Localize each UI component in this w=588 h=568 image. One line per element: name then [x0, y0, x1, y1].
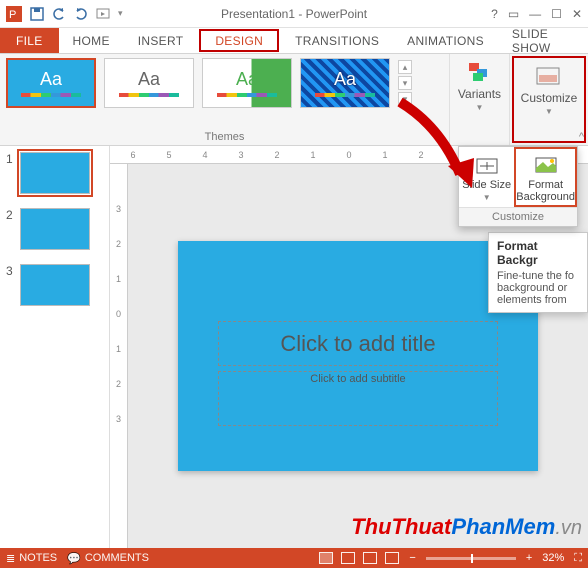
theme-thumb-4[interactable]: Aa	[300, 58, 390, 108]
maximize-icon[interactable]: ☐	[551, 7, 562, 21]
start-from-beginning-icon[interactable]	[96, 7, 110, 21]
customize-dropdown: Slide Size ▼ Format Background Customize	[458, 146, 578, 227]
normal-view-icon[interactable]	[319, 552, 333, 564]
undo-icon[interactable]	[52, 7, 66, 21]
zoom-slider[interactable]	[426, 557, 516, 560]
slide-number: 2	[6, 208, 16, 222]
variants-label: Variants	[458, 88, 501, 101]
ribbon-tabs: FILE HOME INSERT DESIGN TRANSITIONS ANIM…	[0, 28, 588, 54]
tab-design[interactable]: DESIGN	[199, 29, 279, 52]
close-icon[interactable]: ✕	[572, 7, 582, 21]
chevron-down-icon: ▼	[476, 103, 484, 112]
chevron-down-icon: ▼	[545, 107, 553, 116]
notes-icon: ≣	[6, 552, 15, 565]
format-background-button[interactable]: Format Background	[514, 147, 577, 207]
tab-animations[interactable]: ANIMATIONS	[393, 28, 498, 53]
tab-home[interactable]: HOME	[59, 28, 124, 53]
notes-label: NOTES	[19, 552, 57, 564]
comments-label: COMMENTS	[85, 552, 149, 564]
format-background-icon	[533, 153, 559, 179]
title-bar: P ▾ Presentation1 - PowerPoint ? ▭ — ☐ ✕	[0, 0, 588, 28]
customize-label: Customize	[521, 92, 578, 105]
zoom-in-icon[interactable]: +	[526, 552, 532, 564]
customize-icon	[535, 64, 563, 88]
help-icon[interactable]: ?	[491, 7, 498, 21]
sorter-view-icon[interactable]	[341, 552, 355, 564]
powerpoint-icon: P	[6, 6, 22, 22]
comments-icon: 💬	[67, 552, 81, 565]
minimize-icon[interactable]: —	[529, 7, 541, 21]
themes-group: Aa Aa Aa Aa ▴▾▾ Themes	[0, 54, 450, 145]
tab-file[interactable]: FILE	[0, 28, 59, 53]
slide-size-button[interactable]: Slide Size ▼	[459, 147, 514, 207]
slide-thumbnail-2[interactable]	[20, 208, 90, 250]
save-icon[interactable]	[30, 7, 44, 21]
tooltip-body: Fine-tune the fo background or elements …	[497, 270, 579, 306]
format-background-tooltip: Format Backgr Fine-tune the fo backgroun…	[488, 232, 588, 313]
svg-text:P: P	[9, 9, 16, 21]
variants-icon	[466, 60, 494, 84]
slide-number: 1	[6, 152, 16, 166]
variants-group[interactable]: Variants ▼	[450, 54, 510, 145]
slide-thumb-row[interactable]: 1	[6, 152, 103, 194]
subtitle-placeholder[interactable]: Click to add subtitle	[218, 371, 498, 426]
comments-button[interactable]: 💬 COMMENTS	[67, 552, 149, 565]
reading-view-icon[interactable]	[363, 552, 377, 564]
tab-transitions[interactable]: TRANSITIONS	[281, 28, 393, 53]
theme-thumb-2[interactable]: Aa	[104, 58, 194, 108]
tab-insert[interactable]: INSERT	[124, 28, 198, 53]
slideshow-view-icon[interactable]	[385, 552, 399, 564]
slide-thumbnail-3[interactable]	[20, 264, 90, 306]
status-bar: ≣ NOTES 💬 COMMENTS − + 32% ⛶	[0, 548, 588, 568]
zoom-out-icon[interactable]: −	[409, 552, 415, 564]
themes-scroll[interactable]: ▴▾▾	[398, 60, 412, 106]
notes-button[interactable]: ≣ NOTES	[6, 552, 57, 565]
qat-more-icon[interactable]: ▾	[118, 8, 123, 19]
customize-button[interactable]: Customize ▼	[512, 56, 586, 143]
tab-slideshow[interactable]: SLIDE SHOW	[498, 28, 588, 53]
slide-size-icon	[474, 153, 500, 179]
slide-thumb-row[interactable]: 3	[6, 264, 103, 306]
view-buttons	[319, 552, 399, 564]
tooltip-title: Format Backgr	[497, 239, 579, 267]
slide-number: 3	[6, 264, 16, 278]
ruler-vertical: 3210123	[110, 164, 128, 548]
fit-to-window-icon[interactable]: ⛶	[574, 552, 582, 565]
slide-size-label: Slide Size	[462, 179, 511, 191]
window-title: Presentation1 - PowerPoint	[221, 7, 367, 21]
window-controls: ? ▭ — ☐ ✕	[491, 7, 588, 21]
collapse-ribbon-icon[interactable]: ^	[579, 131, 584, 143]
dropdown-footer: Customize	[459, 207, 577, 226]
quick-access-toolbar: P ▾	[0, 6, 129, 22]
slide-thumb-row[interactable]: 2	[6, 208, 103, 250]
slide-canvas[interactable]: Click to add title Click to add subtitle	[178, 241, 538, 471]
redo-icon[interactable]	[74, 7, 88, 21]
theme-thumb-1[interactable]: Aa	[6, 58, 96, 108]
zoom-level[interactable]: 32%	[542, 552, 564, 564]
themes-group-label: Themes	[6, 131, 443, 143]
slide-thumbnail-1[interactable]	[20, 152, 90, 194]
title-placeholder[interactable]: Click to add title	[218, 321, 498, 366]
theme-thumb-3[interactable]: Aa	[202, 58, 292, 108]
chevron-down-icon: ▼	[483, 193, 491, 202]
ribbon: Aa Aa Aa Aa ▴▾▾ Themes Variants ▼ Custom…	[0, 54, 588, 146]
slide-panel: 1 2 3	[0, 146, 110, 548]
ribbon-display-icon[interactable]: ▭	[508, 7, 519, 21]
format-background-label: Format Background	[516, 179, 575, 203]
